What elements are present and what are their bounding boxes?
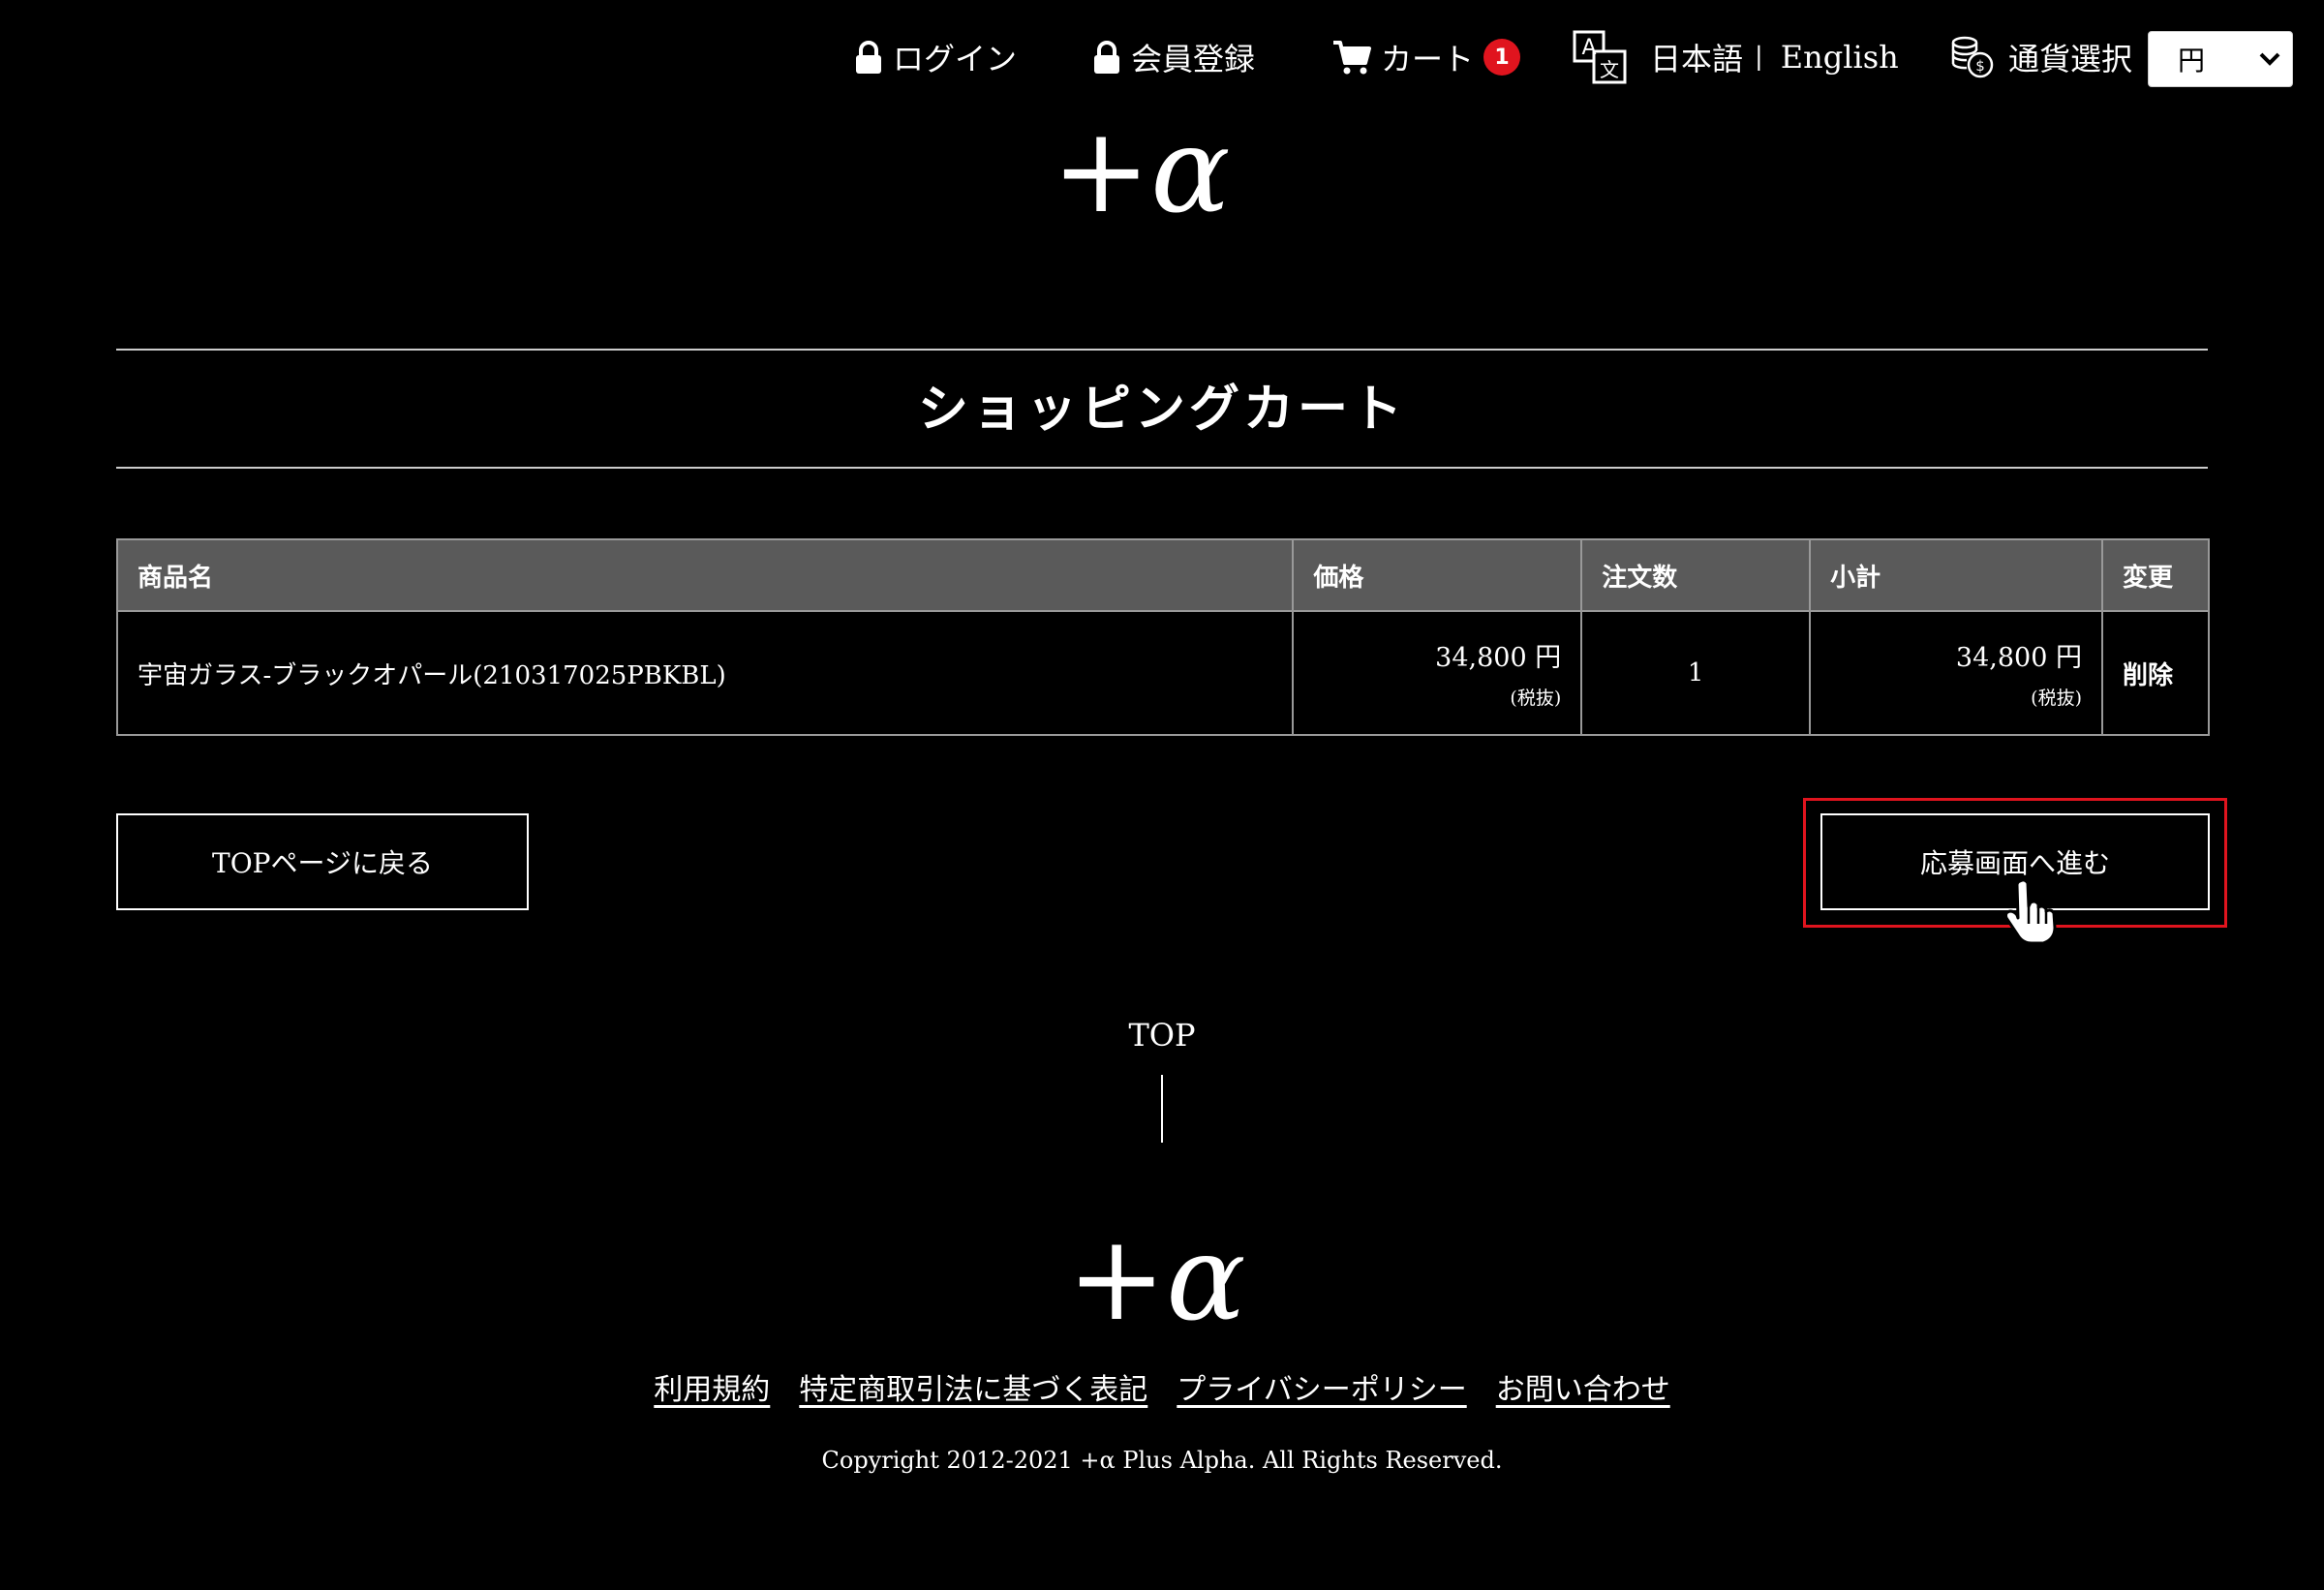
subtotal-tax-note: (税抜)	[2031, 688, 2082, 709]
lock-icon	[856, 41, 881, 74]
lang-separator: |	[1755, 43, 1763, 72]
register-label: 会員登録	[1131, 41, 1256, 77]
currency-selector-label: $ 通貨選択	[1950, 29, 2132, 85]
table-header-row: 商品名 価格 注文数 小計 変更	[115, 538, 2211, 612]
logo-image: +α	[1052, 102, 1231, 239]
title-divider-top	[116, 349, 2208, 351]
delete-item-link[interactable]: 削除	[2100, 610, 2211, 736]
lang-english-link[interactable]: English	[1781, 39, 1899, 76]
copyright: Copyright 2012-2021 +α Plus Alpha. All R…	[821, 1447, 1503, 1474]
svg-text:+α: +α	[1052, 114, 1231, 230]
contact-link[interactable]: お問い合わせ	[1496, 1365, 1670, 1408]
chevron-down-icon	[2259, 52, 2280, 66]
title-divider-bottom	[116, 467, 2208, 469]
table-row: 宇宙ガラス-ブラックオパール(210317025PBKBL) 34,800 円 …	[115, 610, 2211, 736]
price-cell: 34,800 円 (税抜)	[1292, 610, 1583, 736]
subtotal-cell: 34,800 円 (税抜)	[1809, 610, 2103, 736]
footer-logo[interactable]: +α	[1067, 1209, 1290, 1347]
cart-icon	[1333, 41, 1371, 75]
login-label: ログイン	[893, 41, 1018, 77]
svg-text:+α: +α	[1067, 1222, 1246, 1338]
site-logo[interactable]: +α	[1052, 102, 1274, 239]
subtotal-value: 34,800 円	[1955, 643, 2082, 673]
page-title: ショッピングカート	[917, 380, 1406, 439]
cart-label: カート	[1381, 41, 1475, 77]
column-header-change: 変更	[2100, 538, 2211, 612]
cart-table: 商品名 価格 注文数 小計 変更 宇宙ガラス-ブラックオパール(21031702…	[115, 538, 2211, 736]
column-header-subtotal: 小計	[1809, 538, 2103, 612]
cart-link[interactable]: カート 1	[1332, 29, 1521, 85]
footer-links: 利用規約 特定商取引法に基づく表記 プライバシーポリシー お問い合わせ	[0, 1365, 2324, 1408]
coins-icon: $	[1951, 36, 1994, 78]
language-switcher: A 文 日本語 | English	[1573, 29, 1899, 85]
login-link[interactable]: ログイン	[854, 29, 1017, 85]
register-link[interactable]: 会員登録	[1092, 29, 1255, 85]
site-header: ログイン 会員登録 カート 1 A 文 日本語 | English $ 通貨選択…	[0, 0, 2324, 116]
currency-select[interactable]: 円	[2148, 31, 2293, 87]
back-to-top-link[interactable]: TOP	[1065, 1017, 1259, 1054]
currency-value: 円	[2178, 45, 2206, 76]
column-header-quantity: 注文数	[1580, 538, 1812, 612]
column-header-price: 価格	[1292, 538, 1583, 612]
currency-label: 通貨選択	[2008, 41, 2133, 77]
cart-count-badge: 1	[1483, 39, 1521, 76]
pointer-hand-icon	[2004, 878, 2057, 945]
lock-icon	[1094, 41, 1119, 74]
svg-text:文: 文	[1600, 58, 1619, 81]
quantity-value: 1	[1580, 610, 1812, 736]
commercial-law-link[interactable]: 特定商取引法に基づく表記	[799, 1365, 1147, 1408]
column-header-product: 商品名	[115, 538, 1295, 612]
footer-logo-image: +α	[1067, 1209, 1246, 1347]
lang-japanese-link[interactable]: 日本語	[1650, 35, 1743, 79]
terms-link[interactable]: 利用規約	[654, 1365, 770, 1408]
svg-text:A: A	[1581, 36, 1596, 60]
product-name: 宇宙ガラス-ブラックオパール(210317025PBKBL)	[115, 610, 1295, 736]
privacy-policy-link[interactable]: プライバシーポリシー	[1177, 1365, 1466, 1408]
top-link-line	[1161, 1075, 1163, 1143]
price-value: 34,800 円	[1435, 643, 1562, 673]
svg-text:$: $	[1975, 57, 1985, 75]
back-to-top-page-button[interactable]: TOPページに戻る	[116, 813, 529, 910]
translate-icon: A 文	[1573, 30, 1627, 84]
price-tax-note: (税抜)	[1510, 688, 1562, 709]
